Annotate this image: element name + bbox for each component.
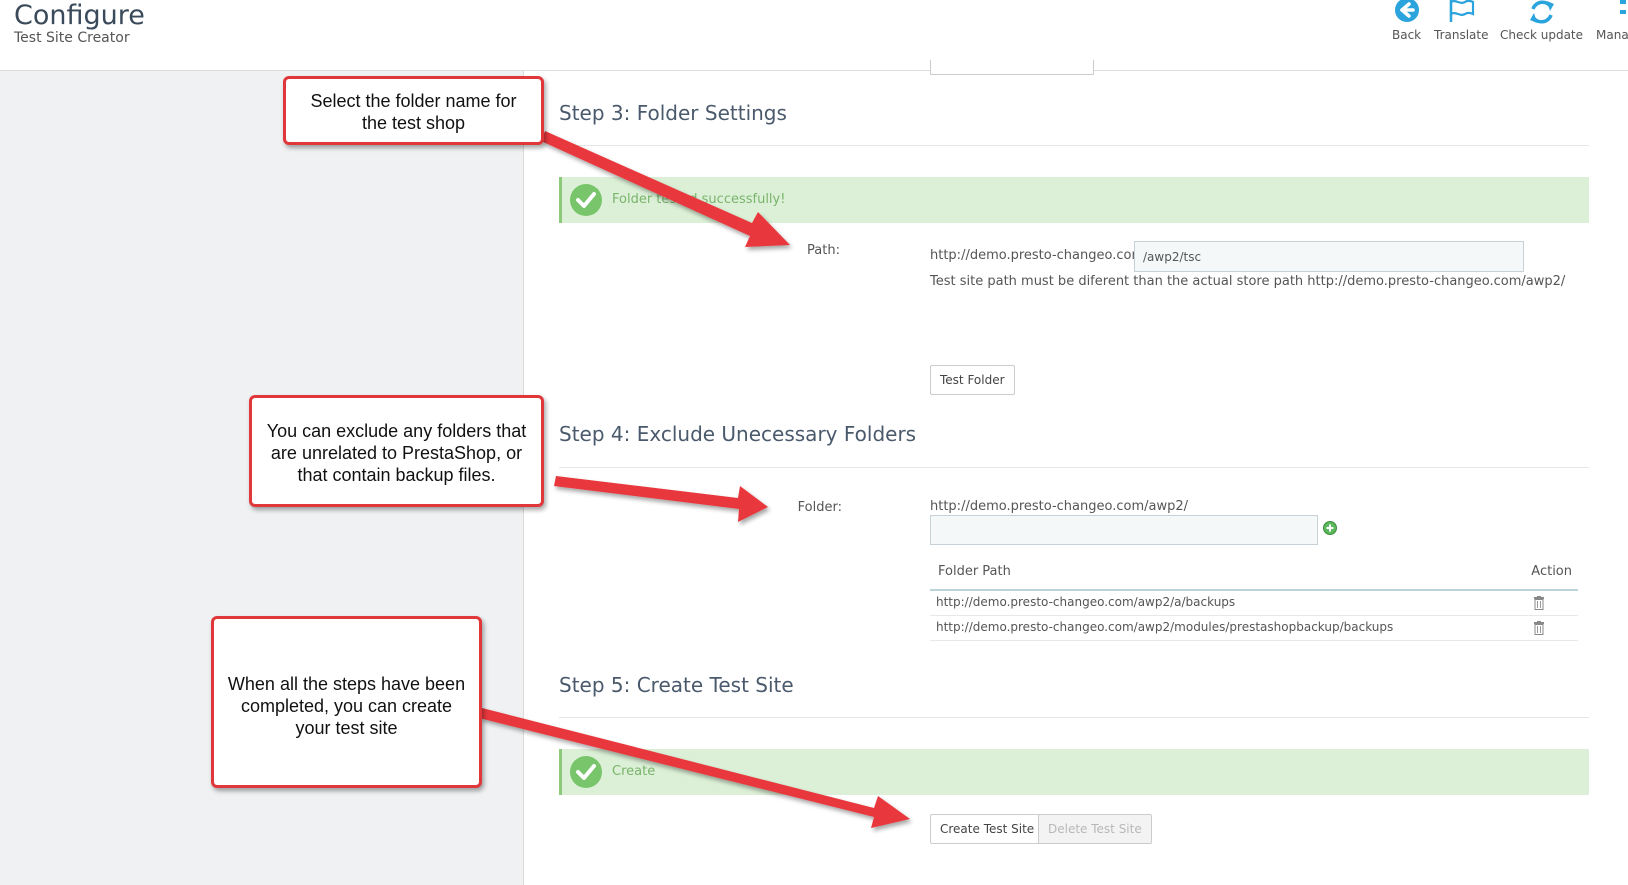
add-folder-icon[interactable] [1323, 521, 1337, 535]
manage-button[interactable]: Mana [1596, 0, 1628, 42]
back-arrow-icon [1394, 0, 1419, 22]
step3-alert-text: Folder tested successfully! [612, 192, 786, 207]
step3-divider [559, 145, 1589, 146]
check-circle-icon [570, 756, 602, 788]
step5-alert-text: Create [612, 764, 656, 779]
folder-prefix: http://demo.presto-changeo.com/awp2/ [930, 499, 1189, 514]
callout-line: your test site [295, 718, 398, 738]
callout-create-site: When all the steps have been completed, … [211, 616, 482, 788]
step3-success-alert: Folder tested successfully! [559, 177, 1589, 223]
callout-line: the test shop [361, 113, 466, 133]
step4-title: Step 4: Exclude Unecessary Folders [559, 422, 917, 446]
table-row: http://demo.presto-changeo.com/awp2/a/ba… [930, 591, 1578, 616]
trash-icon[interactable] [1534, 621, 1544, 635]
page-title: Configure [14, 0, 145, 31]
path-input[interactable] [1134, 241, 1524, 272]
callout-line: Select the folder name for [310, 91, 517, 111]
step3-title: Step 3: Folder Settings [559, 101, 787, 125]
folder-input[interactable] [930, 515, 1318, 545]
manage-label: Mana [1596, 28, 1628, 42]
refresh-icon [1529, 0, 1554, 24]
cut-off-button [930, 60, 1094, 75]
callout-line: You can exclude any folders that [266, 421, 527, 441]
check-update-button[interactable]: Check update [1500, 0, 1583, 42]
callout-line: completed, you can create [240, 696, 453, 716]
page-subtitle: Test Site Creator [14, 30, 130, 46]
check-update-label: Check update [1500, 28, 1584, 42]
arrow-step4 [554, 476, 768, 522]
table-header: Folder Path Action [930, 557, 1578, 591]
step5-create-alert: Create [559, 749, 1589, 795]
folder-path-cell: http://demo.presto-changeo.com/awp2/modu… [936, 620, 1394, 634]
callout-line: that contain backup files. [297, 465, 496, 485]
excluded-folders-table: Folder Path Action http://demo.presto-ch… [930, 557, 1578, 641]
callout-folder-name: Select the folder name for the test shop [283, 76, 544, 145]
callout-exclude-folders: You can exclude any folders that are unr… [249, 395, 544, 507]
check-circle-icon [570, 184, 602, 216]
callout-line: are unrelated to PrestaShop, or [270, 443, 523, 463]
step5-divider [559, 717, 1589, 718]
back-label: Back [1392, 28, 1422, 42]
action-header: Action [1531, 564, 1572, 579]
test-folder-button[interactable]: Test Folder [930, 365, 1015, 395]
folder-path-cell: http://demo.presto-changeo.com/awp2/a/ba… [936, 595, 1236, 609]
folder-path-header: Folder Path [938, 564, 1011, 579]
path-label: Path: [807, 243, 840, 258]
table-row: http://demo.presto-changeo.com/awp2/modu… [930, 616, 1578, 641]
manage-icon [1620, 0, 1626, 14]
path-help-text: Test site path must be diferent than the… [930, 274, 1566, 289]
step5-title: Step 5: Create Test Site [559, 673, 794, 697]
page-header: Configure Test Site Creator Back Transla… [0, 0, 1628, 71]
folder-label: Folder: [797, 500, 842, 515]
step4-divider [559, 467, 1589, 468]
trash-icon[interactable] [1534, 596, 1544, 610]
flag-icon [1450, 0, 1475, 22]
path-prefix: http://demo.presto-changeo.com [930, 248, 1145, 263]
delete-test-site-button[interactable]: Delete Test Site [1038, 814, 1152, 844]
create-test-site-button[interactable]: Create Test Site [930, 814, 1045, 844]
back-button[interactable]: Back [1392, 0, 1421, 42]
callout-line: When all the steps have been [227, 674, 466, 694]
translate-label: Translate [1434, 28, 1489, 42]
translate-button[interactable]: Translate [1434, 0, 1489, 42]
